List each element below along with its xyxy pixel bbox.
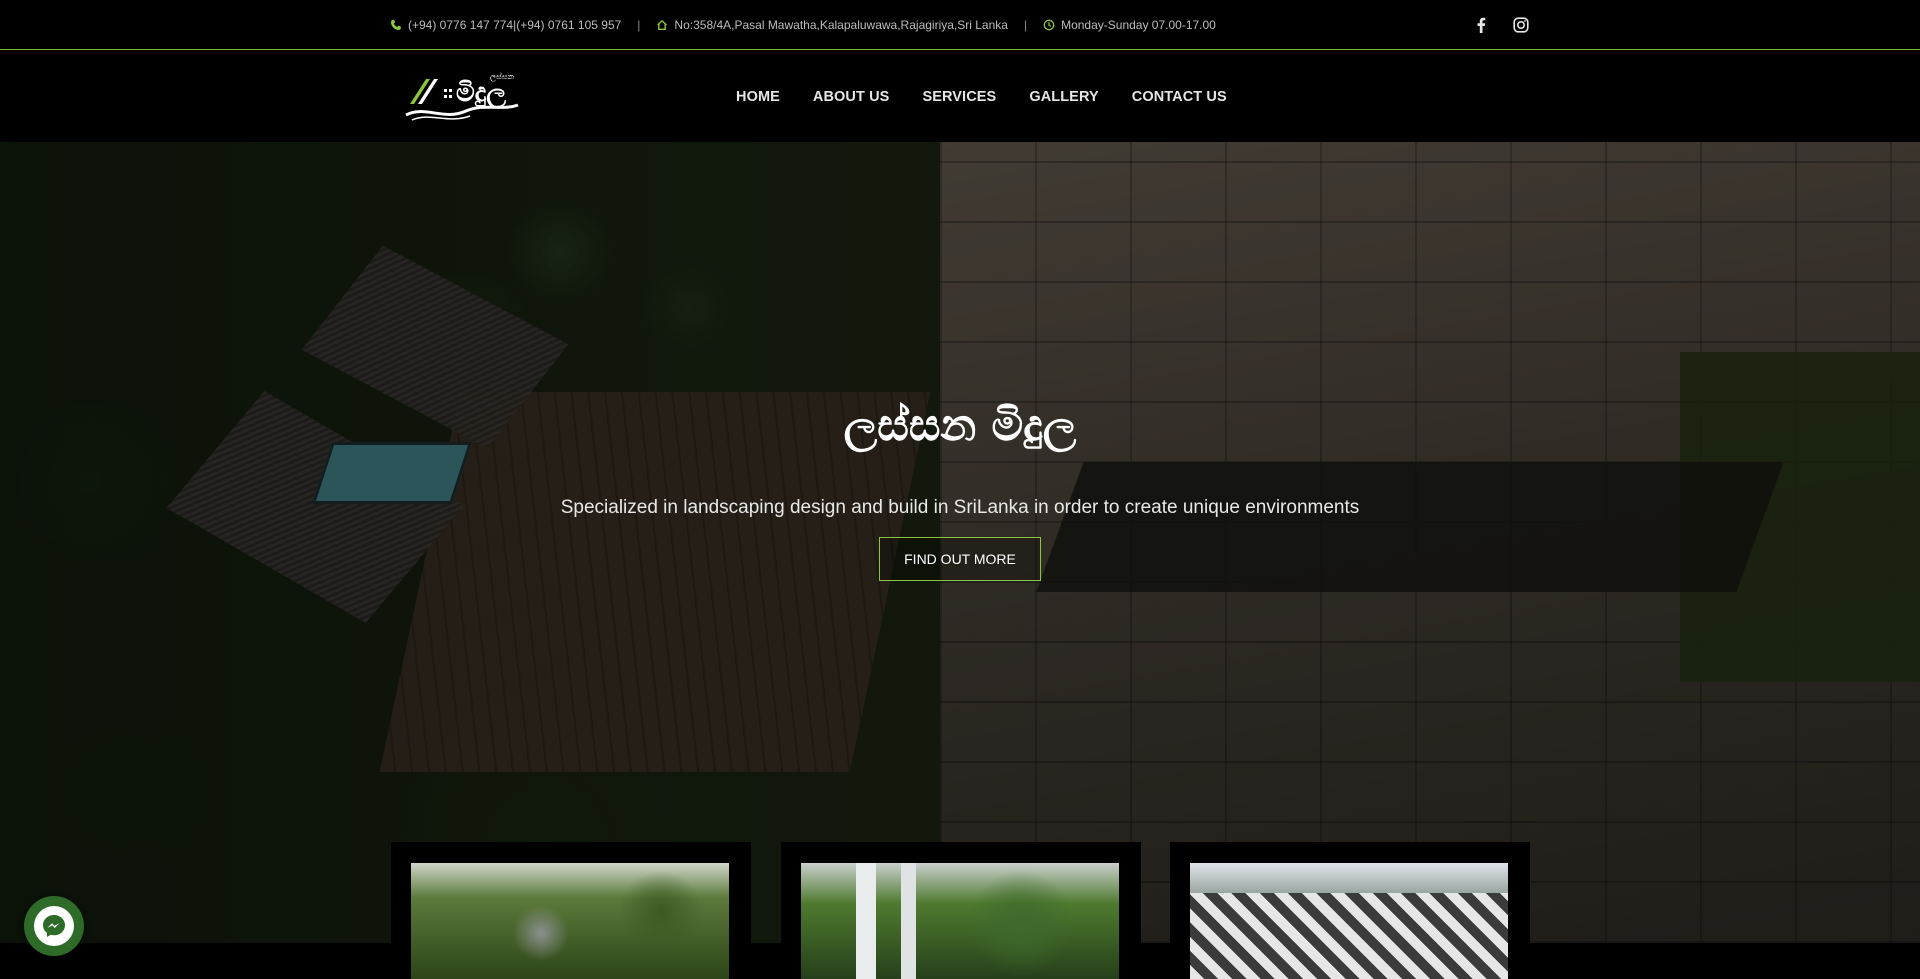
address-info: No:358/4A,Pasal Mawatha,Kalapaluwawa,Raj…: [656, 18, 1008, 32]
nav-home[interactable]: HOME: [736, 89, 780, 105]
hours-info: Monday-Sunday 07.00-17.00: [1043, 18, 1216, 32]
top-info-bar: (+94) 0776 147 774|(+94) 0761 105 957 | …: [0, 0, 1920, 50]
nav-services[interactable]: SERVICES: [922, 89, 996, 105]
instagram-icon[interactable]: [1512, 16, 1530, 34]
messenger-icon: [34, 906, 74, 946]
phone-info: (+94) 0776 147 774|(+94) 0761 105 957: [390, 18, 621, 32]
service-card-image[interactable]: [411, 863, 729, 979]
site-logo[interactable]: මිදුල ලස්සන: [404, 67, 522, 125]
service-card-image[interactable]: [1190, 863, 1508, 979]
nav-gallery[interactable]: GALLERY: [1029, 89, 1098, 105]
service-card-image[interactable]: [801, 863, 1119, 979]
hero-title: ලස්සන මිදුල: [843, 400, 1077, 451]
home-icon: [657, 19, 668, 30]
hero-subtitle: Specialized in landscaping design and bu…: [560, 497, 1360, 518]
social-links: [1472, 0, 1530, 50]
messenger-chat-button[interactable]: [24, 896, 84, 956]
service-card[interactable]: [1170, 842, 1530, 979]
hours-text: Monday-Sunday 07.00-17.00: [1061, 18, 1216, 32]
service-card[interactable]: [781, 842, 1141, 979]
contact-info: (+94) 0776 147 774|(+94) 0761 105 957 | …: [390, 0, 1216, 50]
main-menu: HOME ABOUT US SERVICES GALLERY CONTACT U…: [736, 51, 1227, 142]
phone-text[interactable]: (+94) 0776 147 774|(+94) 0761 105 957: [408, 18, 621, 32]
separator: |: [637, 18, 641, 32]
logo-text: මිදුල: [456, 78, 506, 109]
facebook-icon[interactable]: [1472, 16, 1490, 34]
address-text: No:358/4A,Pasal Mawatha,Kalapaluwawa,Raj…: [674, 18, 1008, 32]
hero-banner: ලස්සන මිදුල Specialized in landscaping d…: [0, 142, 1920, 943]
service-cards: [0, 842, 1920, 979]
logo-small-text: ලස්සන: [490, 71, 515, 82]
find-out-more-button[interactable]: FIND OUT MORE: [879, 537, 1041, 581]
clock-icon: [1043, 19, 1055, 31]
separator: |: [1023, 18, 1028, 32]
main-navbar: මිදුල ලස්සන HOME ABOUT US SERVICES GALLE…: [0, 51, 1920, 142]
phone-icon: [391, 20, 401, 30]
nav-about-us[interactable]: ABOUT US: [813, 89, 890, 105]
nav-contact-us[interactable]: CONTACT US: [1132, 89, 1227, 105]
service-card[interactable]: [391, 842, 751, 979]
